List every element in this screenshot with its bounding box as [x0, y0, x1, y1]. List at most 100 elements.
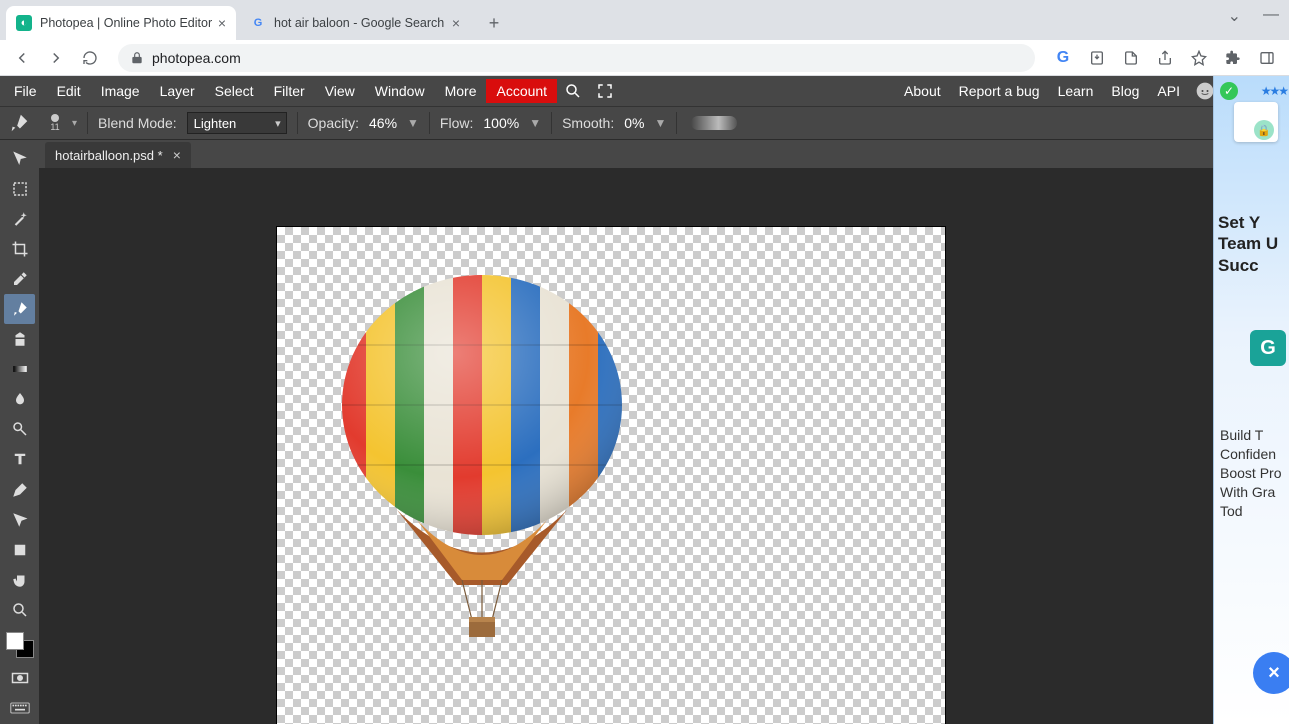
- color-swatches[interactable]: [6, 632, 34, 658]
- blendmode-label: Blend Mode:: [98, 115, 177, 131]
- menubar: File Edit Image Layer Select Filter View…: [0, 76, 1289, 106]
- favicon-google: G: [250, 15, 266, 31]
- browser-tab-google[interactable]: G hot air baloon - Google Search ×: [240, 6, 470, 40]
- tab-title: hot air baloon - Google Search: [274, 16, 444, 30]
- close-icon[interactable]: ×: [452, 15, 460, 31]
- fullscreen-icon[interactable]: [593, 79, 617, 103]
- flow-label: Flow:: [440, 115, 473, 131]
- close-icon[interactable]: ×: [218, 15, 226, 31]
- blendmode-select[interactable]: Lighten: [187, 112, 287, 134]
- brush-size-label: 11: [50, 122, 59, 132]
- menu-account[interactable]: Account: [486, 79, 557, 103]
- link-about[interactable]: About: [895, 79, 950, 103]
- menu-image[interactable]: Image: [91, 79, 150, 103]
- opacity-value[interactable]: 46%: [369, 115, 397, 131]
- flow-dropdown-icon[interactable]: ▼: [529, 116, 541, 130]
- favicon-photopea: ◐: [16, 15, 32, 31]
- google-icon[interactable]: G: [1049, 44, 1077, 72]
- check-icon: ✓: [1220, 82, 1238, 100]
- share-icon[interactable]: [1151, 44, 1179, 72]
- menu-edit[interactable]: Edit: [47, 79, 91, 103]
- ad-headline: Set Y Team U Succ: [1218, 212, 1289, 276]
- options-bar: 11 ▾ Blend Mode: Lighten Opacity: 46% ▼ …: [0, 106, 1289, 140]
- blendmode-value: Lighten: [194, 116, 237, 131]
- fg-color-swatch[interactable]: [6, 632, 24, 650]
- omnibox[interactable]: photopea.com: [118, 44, 1035, 72]
- brush-preset-picker[interactable]: 11: [42, 110, 68, 136]
- tool-hand[interactable]: [4, 565, 35, 594]
- tool-gradient[interactable]: [4, 355, 35, 384]
- stars-icon: ★★★: [1261, 84, 1287, 98]
- ad-logo: G: [1250, 330, 1286, 366]
- reload-button[interactable]: [76, 44, 104, 72]
- tool-dodge[interactable]: [4, 415, 35, 444]
- link-learn[interactable]: Learn: [1049, 79, 1103, 103]
- minimize-icon[interactable]: —: [1263, 6, 1279, 26]
- ad-close-button[interactable]: ×: [1253, 652, 1289, 694]
- tool-path[interactable]: [4, 505, 35, 534]
- opacity-label: Opacity:: [308, 115, 359, 131]
- tool-marquee[interactable]: [4, 174, 35, 203]
- menu-more[interactable]: More: [435, 79, 487, 103]
- smooth-value[interactable]: 0%: [624, 115, 644, 131]
- lock-icon: 🔒: [1254, 120, 1274, 140]
- tool-eyedropper[interactable]: [4, 264, 35, 293]
- smooth-dropdown-icon[interactable]: ▼: [654, 116, 666, 130]
- brush-icon: [6, 112, 32, 134]
- tool-clone[interactable]: [4, 325, 35, 354]
- ad-sidebar: ✓ ★★★ 🔒 Set Y Team U Succ G Build T Conf…: [1213, 76, 1289, 724]
- canvas[interactable]: [277, 227, 945, 724]
- tool-zoom[interactable]: [4, 595, 35, 624]
- chevron-down-icon[interactable]: ⌄: [1228, 6, 1241, 26]
- menu-window[interactable]: Window: [365, 79, 435, 103]
- toolbox: [0, 140, 39, 724]
- menu-file[interactable]: File: [4, 79, 47, 103]
- document-name: hotairballoon.psd *: [55, 148, 163, 163]
- window-controls: ⌄ —: [1228, 6, 1279, 26]
- sidepanel-icon[interactable]: [1253, 44, 1281, 72]
- extensions-icon[interactable]: [1219, 44, 1247, 72]
- menu-layer[interactable]: Layer: [150, 79, 205, 103]
- forward-button[interactable]: [42, 44, 70, 72]
- browser-tab-photopea[interactable]: ◐ Photopea | Online Photo Editor ×: [6, 6, 236, 40]
- brush-preview[interactable]: [691, 116, 737, 130]
- menu-select[interactable]: Select: [205, 79, 264, 103]
- balloon-image: [337, 275, 627, 645]
- photopea-app: File Edit Image Layer Select Filter View…: [0, 76, 1289, 724]
- new-tab-button[interactable]: +: [480, 9, 508, 37]
- tool-blur[interactable]: [4, 385, 35, 414]
- menu-filter[interactable]: Filter: [264, 79, 315, 103]
- search-icon[interactable]: [561, 79, 585, 103]
- browser-tabstrip: ◐ Photopea | Online Photo Editor × G hot…: [0, 0, 1289, 40]
- tool-keyboard[interactable]: [4, 694, 35, 723]
- page-icon[interactable]: [1117, 44, 1145, 72]
- tool-crop[interactable]: [4, 234, 35, 263]
- install-icon[interactable]: [1083, 44, 1111, 72]
- ad-body: Build T Confiden Boost Pro With Gra Tod: [1220, 426, 1289, 520]
- browser-toolbar: photopea.com G: [0, 40, 1289, 76]
- url-text: photopea.com: [152, 50, 241, 66]
- flow-value[interactable]: 100%: [483, 115, 519, 131]
- smooth-label: Smooth:: [562, 115, 614, 131]
- tool-move[interactable]: [4, 144, 35, 173]
- tool-shape[interactable]: [4, 535, 35, 564]
- link-api[interactable]: API: [1148, 79, 1189, 103]
- star-icon[interactable]: [1185, 44, 1213, 72]
- document-tab[interactable]: hotairballoon.psd * ×: [45, 142, 191, 168]
- tool-brush[interactable]: [4, 294, 35, 323]
- lock-icon: [130, 51, 144, 65]
- tab-title: Photopea | Online Photo Editor: [40, 16, 212, 30]
- menu-view[interactable]: View: [315, 79, 365, 103]
- close-icon[interactable]: ×: [173, 147, 181, 163]
- tool-pen[interactable]: [4, 475, 35, 504]
- tool-wand[interactable]: [4, 204, 35, 233]
- link-blog[interactable]: Blog: [1102, 79, 1148, 103]
- tool-quickmask[interactable]: [4, 664, 35, 693]
- back-button[interactable]: [8, 44, 36, 72]
- chevron-down-icon[interactable]: ▾: [72, 118, 77, 129]
- opacity-dropdown-icon[interactable]: ▼: [407, 116, 419, 130]
- canvas-viewport[interactable]: [39, 168, 1213, 724]
- link-report[interactable]: Report a bug: [950, 79, 1049, 103]
- document-tabs: hotairballoon.psd * ×: [39, 140, 1213, 168]
- tool-type[interactable]: [4, 445, 35, 474]
